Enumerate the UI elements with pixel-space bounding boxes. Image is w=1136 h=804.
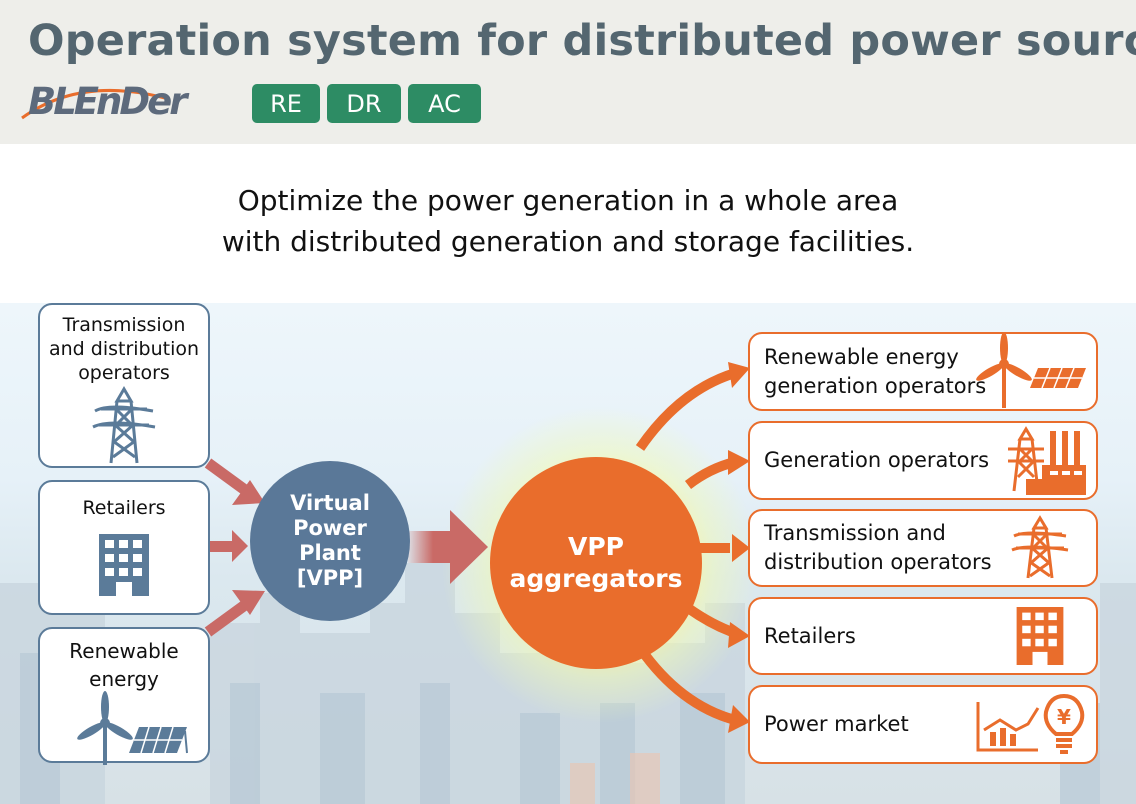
target-box-generation-operators: Generation operators	[748, 421, 1098, 500]
source-label-line: and distribution	[48, 338, 200, 360]
wind-solar-icon	[77, 691, 188, 765]
vpp-node: Virtual Power Plant [VPP]	[250, 461, 410, 621]
target-label-line: Retailers	[764, 623, 856, 648]
vpp-label-line: Plant	[299, 541, 361, 565]
target-box-power-market: Power market ¥	[748, 685, 1098, 764]
target-label-line: Generation operators	[764, 448, 990, 472]
wind-solar-icon	[976, 331, 1086, 408]
inbound-arrow-3	[204, 590, 265, 637]
target-label-line: distribution operators	[764, 550, 992, 574]
market-chart-yen-bulb-icon: ¥	[976, 693, 1085, 754]
power-plant-icon	[1008, 425, 1086, 495]
building-icon	[1016, 607, 1064, 665]
transmission-tower-icon	[92, 386, 156, 464]
target-box-renewable-operators: Renewable energy generation operators	[748, 331, 1098, 411]
aggregator-label-line: aggregators	[509, 564, 683, 593]
outbound-arrow-1	[635, 368, 737, 451]
vpp-label-line: Power	[293, 516, 367, 540]
vpp-label-line: [VPP]	[296, 566, 364, 590]
source-box-retailers: Retailers	[38, 480, 210, 615]
svg-text:¥: ¥	[1057, 705, 1071, 729]
target-label-line: Renewable energy	[764, 344, 959, 369]
target-label-line: Power market	[764, 712, 909, 736]
vpp-to-aggregator-arrow	[408, 510, 488, 584]
source-label-line: Renewable	[69, 639, 179, 663]
outbound-arrow-4	[685, 603, 737, 638]
transmission-tower-icon	[1011, 515, 1069, 579]
aggregator-node: VPP aggregators	[490, 457, 702, 669]
outbound-arrow-5	[635, 645, 737, 725]
vpp-label-line: Virtual	[290, 491, 370, 515]
aggregator-label-line: VPP	[567, 532, 624, 561]
target-label-line: Transmission and	[764, 521, 946, 545]
source-box-transmission: Transmission and distribution operators	[38, 303, 210, 468]
building-icon	[99, 534, 149, 596]
source-label-line: operators	[78, 362, 170, 384]
inbound-arrow-1	[204, 458, 265, 505]
source-box-renewable: Renewable energy	[38, 627, 210, 765]
source-label-line: Transmission	[62, 314, 186, 336]
target-label-line: generation operators	[764, 373, 987, 398]
source-label-line: energy	[89, 667, 159, 691]
outbound-arrow-2	[684, 457, 737, 489]
target-box-retailers: Retailers	[748, 597, 1098, 675]
source-label-line: Retailers	[82, 497, 166, 519]
target-box-transmission-operators: Transmission and distribution operators	[748, 509, 1098, 587]
inbound-arrow-2	[208, 530, 248, 562]
